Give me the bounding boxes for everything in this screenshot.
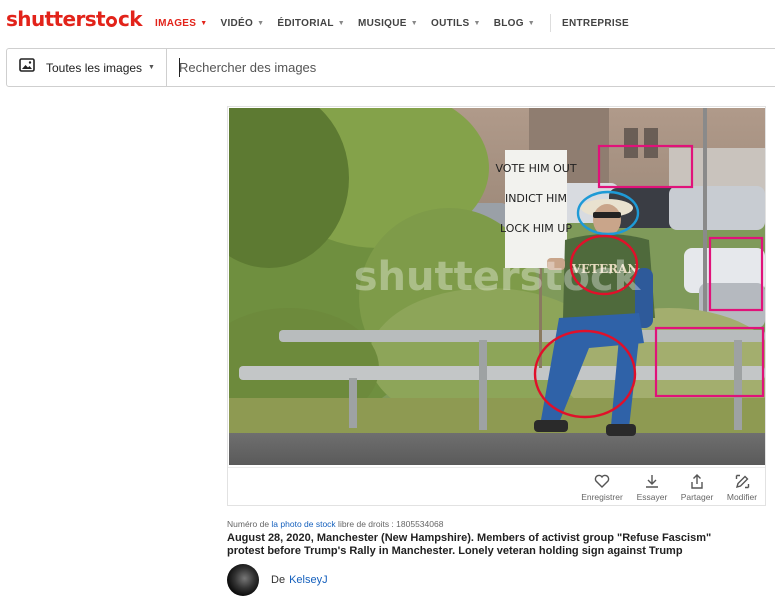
image-actions-bar: Enregistrer Essayer Partager Modifier: [228, 467, 765, 506]
nav-item-images[interactable]: IMAGES ▼: [155, 18, 207, 29]
nav-label: OUTILS: [431, 17, 470, 29]
logo-o-ring: [106, 16, 117, 27]
nav-menu: IMAGES ▼ VIDÉO ▼ ÉDITORIAL ▼ MUSIQUE ▼ OUTIL…: [155, 14, 642, 32]
shutterstock-logo[interactable]: shutterst ck: [6, 7, 143, 31]
photo-illustration: VOTE HIM OUT INDICT HIM LOCK HIM UP VETE…: [229, 108, 765, 465]
nav-item-video[interactable]: VIDÉO ▼: [220, 18, 264, 29]
author-link[interactable]: KelseyJ: [289, 574, 328, 586]
search-input[interactable]: [167, 49, 775, 86]
edit-icon: [716, 472, 768, 490]
avatar[interactable]: [227, 564, 259, 596]
stock-photo[interactable]: VOTE HIM OUT INDICT HIM LOCK HIM UP VETE…: [229, 108, 765, 465]
chevron-down-icon: ▼: [527, 19, 536, 27]
author-prefix: De: [271, 574, 286, 586]
stock-photo-link[interactable]: la photo de stock: [271, 519, 335, 529]
stock-photo-id: Numéro de la photo de stock libre de dro…: [227, 519, 443, 529]
nav-label: ENTREPRISE: [562, 17, 629, 29]
image-card: VOTE HIM OUT INDICT HIM LOCK HIM UP VETE…: [227, 106, 766, 506]
nav-label: IMAGES: [155, 17, 197, 29]
nav-label: VIDÉO: [220, 17, 254, 29]
image-title: August 28, 2020, Manchester (New Hampshi…: [227, 532, 712, 557]
nav-item-editorial[interactable]: ÉDITORIAL ▼: [277, 18, 345, 29]
nav-item-blog[interactable]: BLOG ▼: [494, 18, 535, 29]
category-label: Toutes les images: [46, 60, 143, 75]
chevron-down-icon: ▼: [410, 19, 418, 27]
logo-text-end: ck: [118, 7, 143, 31]
edit-button[interactable]: Modifier: [716, 472, 768, 502]
chevron-down-icon: ▼: [473, 19, 481, 27]
logo-text: shutterst: [6, 7, 106, 31]
heart-icon: [576, 472, 628, 490]
chevron-down-icon: ▼: [200, 19, 208, 27]
meta-prefix: Numéro de: [227, 519, 272, 529]
search-bar: Toutes les images ▼: [6, 48, 775, 87]
sign-line-3: LOCK HIM UP: [500, 222, 572, 235]
save-button[interactable]: Enregistrer: [576, 472, 628, 502]
text-cursor: [179, 58, 180, 77]
nav-label: MUSIQUE: [357, 17, 407, 29]
author-row: De KelseyJ: [227, 564, 328, 596]
nav-label: BLOG: [493, 17, 524, 29]
save-label: Enregistrer: [581, 492, 623, 502]
edit-label: Modifier: [726, 492, 758, 502]
meta-suffix: libre de droits : 1805534068: [335, 519, 444, 529]
nav-item-enterprise[interactable]: ENTREPRISE: [562, 18, 629, 29]
sign-line-2: INDICT HIM: [505, 192, 567, 205]
chevron-down-icon: ▼: [257, 19, 265, 27]
nav-item-music[interactable]: MUSIQUE ▼: [358, 18, 418, 29]
nav-divider: [550, 14, 552, 32]
image-type-dropdown[interactable]: Toutes les images ▼: [7, 49, 167, 86]
top-navigation: shutterst ck IMAGES ▼ VIDÉO ▼ ÉDITORIAL ▼ MU…: [0, 0, 775, 40]
chevron-down-icon: ▼: [337, 19, 345, 27]
nav-label: ÉDITORIAL: [277, 17, 334, 29]
sign-line-1: VOTE HIM OUT: [495, 162, 576, 175]
caret-down-icon: ▼: [148, 64, 155, 71]
nav-item-tools[interactable]: OUTILS ▼: [431, 18, 481, 29]
image-icon: [19, 58, 35, 77]
